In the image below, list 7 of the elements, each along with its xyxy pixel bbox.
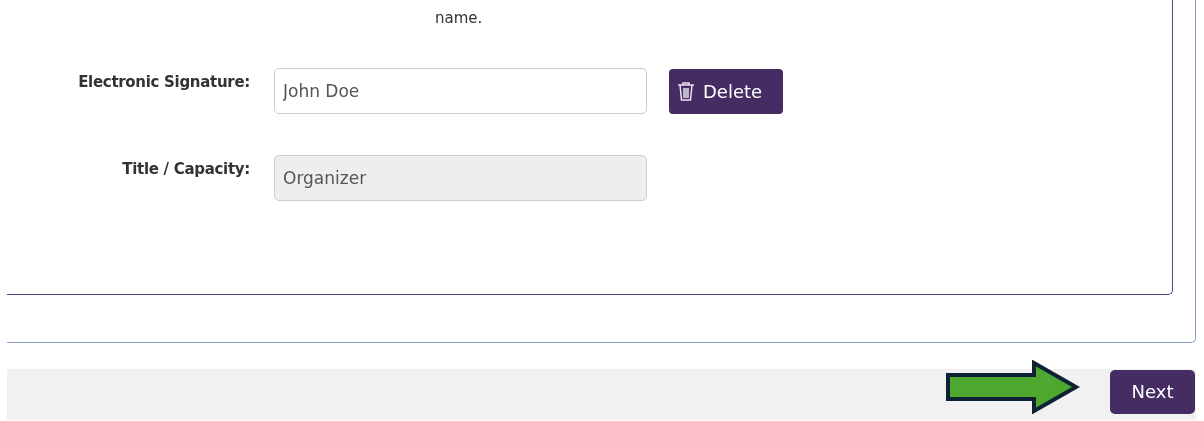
field-label: Electronic Signature: (77, 73, 250, 91)
field-label: Title / Capacity: (121, 160, 250, 178)
intro-text: name. (435, 9, 483, 27)
delete-button[interactable]: Delete (669, 68, 783, 114)
next-button[interactable]: Next (1110, 369, 1195, 414)
trash-icon (677, 81, 695, 101)
arrow-icon (946, 360, 1080, 414)
